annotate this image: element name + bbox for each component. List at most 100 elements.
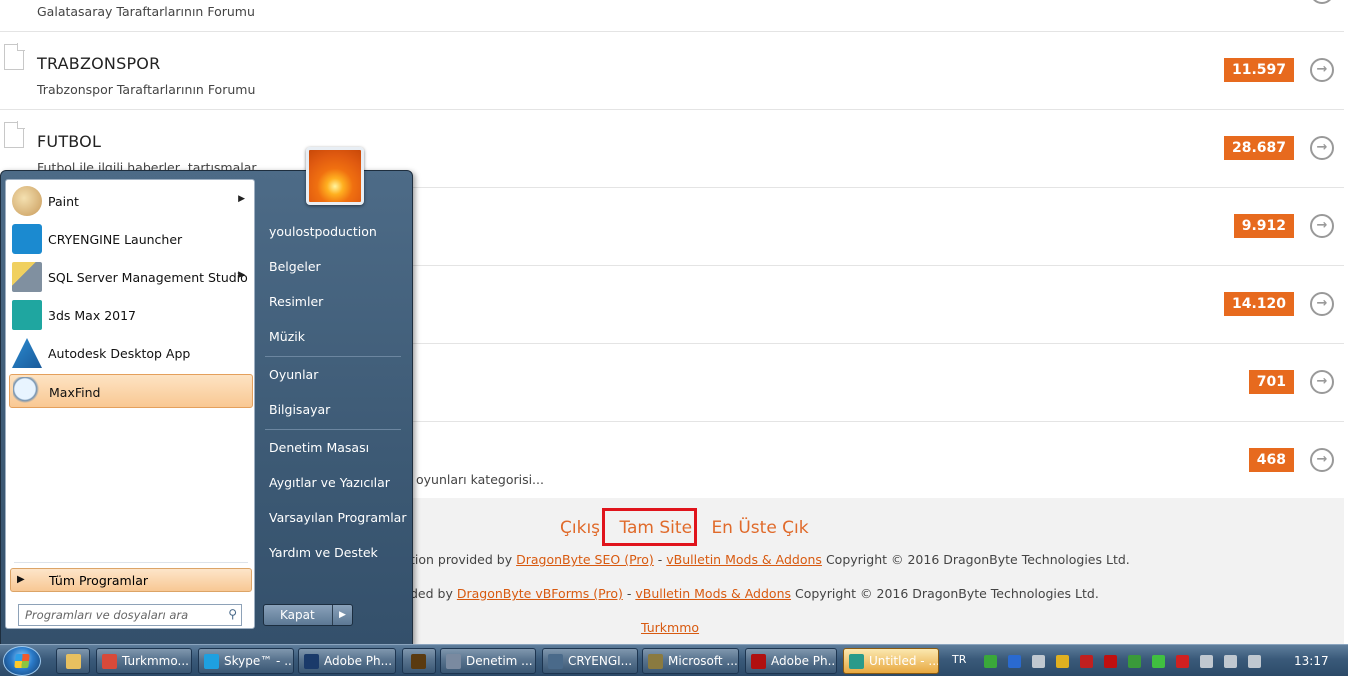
post-count-badge: 28.687 [1223,136,1294,160]
all-programs-button[interactable]: ▶ Tüm Programlar [10,568,252,592]
3dsmax-icon [849,654,864,669]
start-menu-link[interactable]: Yardım ve Destek [269,545,378,560]
taskbar-button-label: Microsoft ... [668,654,738,668]
post-count-badge: 14.120 [1223,292,1294,316]
taskbar-button[interactable]: Adobe Ph... [745,648,837,674]
start-menu-link[interactable]: Aygıtlar ve Yazıcılar [269,475,390,490]
start-program-item[interactable]: Paint ▶ [9,184,253,218]
start-menu-link[interactable]: Denetim Masası [269,440,369,455]
dragonbyte-vbforms-link[interactable]: DragonByte vBForms (Pro) [457,586,623,601]
start-menu: Paint ▶ CRYENGINE Launcher SQL Server Manag… [0,147,413,645]
arrow-right-circle-icon[interactable]: → [1310,292,1334,316]
forum-description: Galatasaray Taraftarlarının Forumu [37,4,255,19]
taskbar: Turkmmo... Skype™ - ... Adobe Ph... Denetim… [0,644,1348,676]
network-icon[interactable] [1128,655,1141,668]
usb-icon[interactable] [1200,655,1213,668]
language-indicator[interactable]: TR [952,653,966,666]
bridge-icon [411,654,426,669]
start-menu-link[interactable]: youlostpoduction [269,224,377,239]
shutdown-button[interactable]: Kapat ▶ [263,604,353,626]
taskbar-button[interactable]: Untitled - ... [843,648,939,674]
forum-row[interactable]: TRABZONSPOR Trabzonspor Taraftarlarının F… [0,32,1344,110]
arrow-right-circle-icon[interactable]: → [1310,214,1334,238]
acrobat-icon[interactable] [1080,655,1093,668]
taskbar-button[interactable]: Denetim ... [440,648,536,674]
start-program-item[interactable]: CRYENGINE Launcher [9,222,253,256]
volume-icon[interactable] [1032,655,1045,668]
cryengine-icon [548,654,563,669]
taskbar-button[interactable]: CRYENGI... [542,648,638,674]
taskbar-button[interactable]: Skype™ - ... [198,648,294,674]
start-search-input[interactable]: Programları ve dosyaları ara ⚲ [18,604,242,626]
logout-link[interactable]: Çıkış [560,518,600,538]
chrome-icon [102,654,117,669]
program-label: Paint [48,194,79,209]
start-menu-link[interactable]: Oyunlar [269,367,318,382]
dragonbyte-seo-link[interactable]: DragonByte SEO (Pro) [516,552,654,567]
start-button[interactable] [3,646,41,676]
sql-server-icon [12,262,42,292]
forum-description: oyunları kategorisi... [416,472,544,487]
forum-description: Trabzonspor Taraftarlarının Forumu [37,82,256,97]
start-menu-link[interactable]: Müzik [269,329,305,344]
program-label: Autodesk Desktop App [48,346,191,361]
user-avatar[interactable] [306,147,364,205]
forum-title[interactable]: FUTBOL [37,132,101,151]
submenu-arrow-icon[interactable]: ▶ [238,194,245,204]
triangle-right-icon: ▶ [17,574,25,585]
clock[interactable]: 13:17 [1294,654,1329,668]
post-count-badge: 701 [1248,370,1294,394]
start-menu-link[interactable]: Bilgisayar [269,402,330,417]
start-program-item[interactable]: SQL Server Management Studio ▶ [9,260,253,294]
wifi-icon[interactable] [1152,655,1165,668]
warning-icon[interactable] [1056,655,1069,668]
autodesk-icon [12,338,42,368]
forum-document-icon [4,121,25,148]
start-program-item[interactable]: 3ds Max 2017 [9,298,253,332]
taskbar-button[interactable]: Turkmmo... [96,648,192,674]
flag-icon[interactable] [1176,655,1189,668]
start-program-item[interactable]: MaxFind [9,374,253,408]
arrow-right-circle-icon[interactable]: → [1310,58,1334,82]
cryengine-icon [12,224,42,254]
forum-title[interactable]: TRABZONSPOR [37,54,160,73]
taskbar-button-label: Denetim ... [466,654,533,668]
taskbar-button[interactable] [402,648,436,674]
start-menu-link[interactable]: Varsayılan Programlar [269,510,406,525]
signal-icon[interactable] [1224,655,1237,668]
bluetooth-icon[interactable] [1008,655,1021,668]
arrow-right-circle-icon[interactable]: → [1310,136,1334,160]
shutdown-options-arrow-icon[interactable]: ▶ [332,605,352,625]
back-to-top-link[interactable]: En Üste Çık [711,518,808,538]
explorer-button[interactable] [56,648,90,674]
taskbar-button[interactable]: Adobe Ph... [298,648,396,674]
taskbar-button-label: Adobe Ph... [771,654,837,668]
forum-document-icon [4,43,25,70]
3dsmax-icon [12,300,42,330]
shield-icon[interactable] [984,655,997,668]
submenu-arrow-icon[interactable]: ▶ [238,270,245,280]
start-menu-link[interactable]: Belgeler [269,259,321,274]
arrow-right-circle-icon[interactable]: → [1310,370,1334,394]
arrow-right-circle-icon[interactable]: → [1310,0,1334,4]
program-label: MaxFind [49,385,101,400]
vbulletin-mods-link[interactable]: vBulletin Mods & Addons [666,552,822,567]
turkmmo-link[interactable]: Turkmmo [641,620,699,635]
start-program-item[interactable]: Autodesk Desktop App [9,336,253,370]
program-label: SQL Server Management Studio [48,270,248,285]
skype-icon [204,654,219,669]
start-menu-link[interactable]: Resimler [269,294,323,309]
highlight-box [602,508,697,546]
forum-row[interactable]: Galatasaray Taraftarlarının Forumu → [0,0,1344,32]
magnifier-icon [13,377,43,407]
arrow-right-circle-icon[interactable]: → [1310,448,1334,472]
post-count-badge: 9.912 [1233,214,1294,238]
taskbar-button-label: CRYENGI... [568,654,633,668]
taskbar-button-label: Skype™ - ... [224,654,294,668]
pdf-icon[interactable] [1104,655,1117,668]
taskbar-button[interactable]: Microsoft ... [642,648,739,674]
photoshop-icon [304,654,319,669]
folder-icon [66,654,81,669]
speaker-icon[interactable] [1248,655,1261,668]
vbulletin-mods-link-2[interactable]: vBulletin Mods & Addons [635,586,791,601]
